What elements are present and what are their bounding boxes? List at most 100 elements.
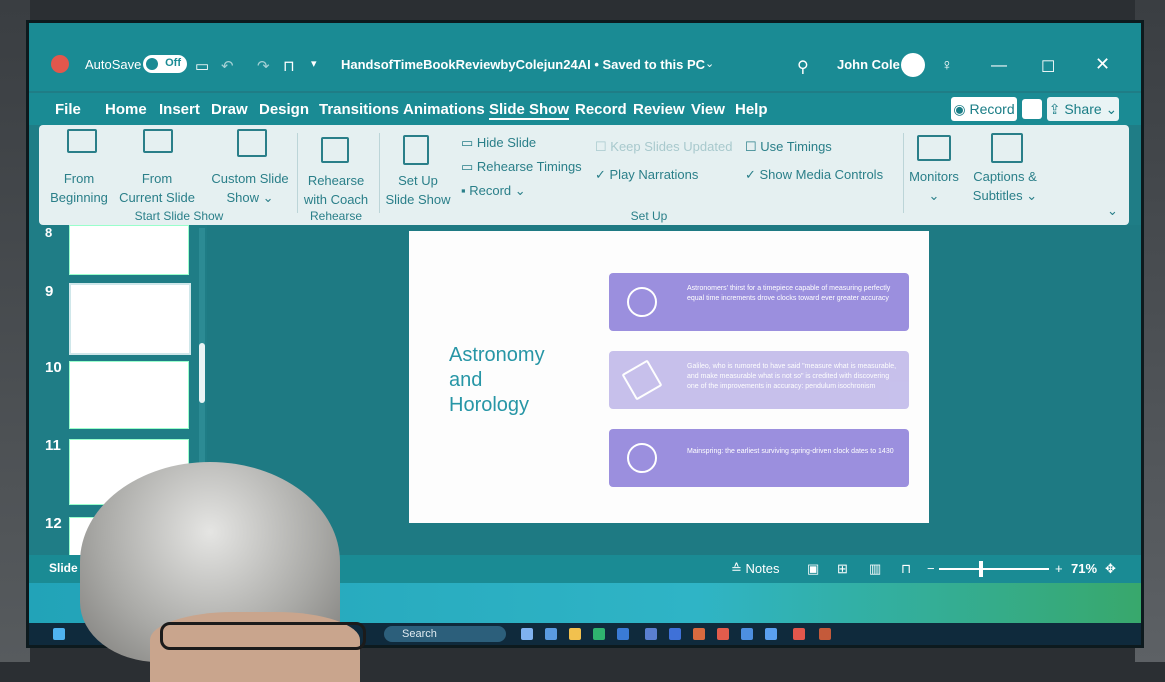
minimize-icon[interactable]: — — [991, 57, 1007, 75]
present-icon[interactable]: ⊓ — [283, 57, 295, 75]
title-dropdown-icon[interactable]: ⌄ — [705, 57, 714, 70]
show-media-controls-checkbox[interactable]: ✓ Show Media Controls — [745, 167, 883, 183]
use-timings-checkbox[interactable]: ☐ Use Timings — [745, 139, 832, 155]
lightbulb-icon[interactable]: ♀ — [941, 57, 953, 75]
record-button[interactable]: ◉ Record — [951, 97, 1017, 121]
from-beginning-icon — [67, 129, 97, 153]
record-dropdown[interactable]: ▪ Record ⌄ — [461, 183, 526, 199]
store-icon[interactable] — [617, 628, 629, 640]
thumb-number: 8 — [45, 225, 53, 240]
zoom-level[interactable]: 71% — [1071, 561, 1097, 576]
save-icon[interactable]: ▭ — [195, 57, 209, 75]
tab-draw[interactable]: Draw — [211, 101, 248, 118]
from-current-line2: Current Slide — [119, 190, 195, 205]
show-media-controls-label: Show Media Controls — [759, 167, 884, 182]
rehearse-timings-button[interactable]: ▭ Rehearse Timings — [461, 159, 582, 175]
avatar[interactable] — [901, 53, 925, 77]
slide-title[interactable]: Astronomy and Horology — [449, 343, 545, 418]
edge-icon[interactable] — [593, 628, 605, 640]
notes-button[interactable]: ≙ Notes — [731, 561, 779, 577]
slide-thumbnail[interactable] — [69, 225, 189, 275]
search-icon[interactable]: ⚲ — [797, 57, 809, 77]
setup-show-line1: Set Up — [398, 173, 438, 188]
tab-help[interactable]: Help — [735, 101, 768, 118]
teams-icon[interactable] — [741, 628, 753, 640]
rehearse-coach-button[interactable]: Rehearse with Coach — [301, 171, 371, 209]
hide-slide-button[interactable]: ▭ Hide Slide — [461, 135, 536, 151]
rehearse-timings-label: Rehearse Timings — [476, 159, 582, 174]
share-button-label: Share — [1064, 101, 1102, 117]
from-beginning-button[interactable]: From Beginning — [49, 169, 109, 207]
ribbon-separator — [379, 133, 380, 213]
normal-view-icon[interactable]: ▣ — [807, 561, 819, 577]
redo-icon[interactable]: ↷ — [257, 57, 270, 75]
ribbon-separator — [297, 133, 298, 213]
tab-record[interactable]: Record — [575, 101, 627, 118]
file-explorer-icon[interactable] — [569, 628, 581, 640]
taskbar-search[interactable]: Search — [384, 626, 506, 642]
quick-access-dropdown-icon[interactable]: ▾ — [311, 57, 317, 70]
telescope-icon — [621, 359, 663, 401]
autosave-toggle[interactable]: Off — [143, 55, 187, 73]
fit-slide-icon[interactable]: ✥ — [1105, 561, 1116, 577]
captions-button[interactable]: Captions & Subtitles ⌄ — [965, 167, 1045, 205]
clock-icon — [627, 443, 657, 473]
setup-show-button[interactable]: Set Up Slide Show — [383, 171, 453, 209]
slide-thumbnail[interactable] — [69, 361, 189, 429]
group-setup: Set Up — [630, 209, 668, 223]
hide-slide-label: Hide Slide — [476, 135, 537, 150]
slide-card[interactable]: Mainspring: the earliest surviving sprin… — [609, 429, 909, 487]
slide[interactable]: Astronomy and Horology Astronomers' thir… — [409, 231, 929, 523]
outlook-icon[interactable] — [765, 628, 777, 640]
custom-show-line1: Custom Slide — [211, 171, 289, 186]
presenter-head — [80, 462, 370, 682]
widgets-icon[interactable] — [545, 628, 557, 640]
mail-icon[interactable] — [669, 628, 681, 640]
zoom-slider[interactable] — [939, 568, 1049, 570]
from-current-button[interactable]: From Current Slide — [111, 169, 203, 207]
tab-file[interactable]: File — [55, 101, 81, 118]
tab-slide-show[interactable]: Slide Show — [489, 101, 570, 120]
play-narrations-checkbox[interactable]: ✓ Play Narrations — [595, 167, 698, 183]
slide-card[interactable]: Astronomers' thirst for a timepiece capa… — [609, 273, 909, 331]
captions-line2: Subtitles — [972, 188, 1023, 203]
powerpoint-logo-icon — [51, 55, 69, 73]
custom-show-button[interactable]: Custom Slide Show ⌄ — [205, 169, 295, 207]
slide-thumbnail-selected[interactable] — [69, 283, 191, 355]
undo-icon[interactable]: ↶ — [221, 57, 234, 75]
slide-card[interactable]: Galileo, who is rumored to have said "me… — [609, 351, 909, 409]
reading-view-icon[interactable]: ▥ — [869, 561, 881, 577]
record-button-label: Record — [969, 101, 1015, 117]
tab-view[interactable]: View — [691, 101, 725, 118]
thumb-number: 10 — [45, 359, 62, 376]
start-icon[interactable] — [53, 628, 65, 640]
tab-transitions[interactable]: Transitions — [319, 101, 399, 118]
from-beginning-line1: From — [63, 171, 95, 186]
zoom-in-icon[interactable]: + — [1055, 561, 1063, 576]
tab-animations[interactable]: Animations — [403, 101, 485, 118]
tab-review[interactable]: Review — [633, 101, 685, 118]
slide-show-view-icon[interactable]: ⊓ — [901, 561, 911, 577]
powerpoint-taskbar-icon[interactable] — [793, 628, 805, 640]
tab-insert[interactable]: Insert — [159, 101, 200, 118]
card-text: Astronomers' thirst for a timepiece capa… — [687, 285, 891, 302]
chrome-icon[interactable] — [717, 628, 729, 640]
close-icon[interactable]: ✕ — [1095, 54, 1110, 75]
app-taskbar-icon[interactable] — [819, 628, 831, 640]
tab-design[interactable]: Design — [259, 101, 309, 118]
tab-home[interactable]: Home — [105, 101, 147, 118]
ribbon-collapse-icon[interactable]: ⌄ — [1107, 203, 1118, 219]
task-view-icon[interactable] — [521, 628, 533, 640]
zoom-out-icon[interactable]: − — [927, 561, 935, 576]
maximize-icon[interactable]: ☐ — [1041, 57, 1055, 77]
zoom-slider-handle[interactable] — [979, 561, 983, 577]
setup-show-icon — [403, 135, 429, 165]
share-button[interactable]: ⇪ Share ⌄ — [1047, 97, 1119, 121]
comments-icon[interactable] — [1022, 99, 1042, 119]
thumbnail-scrollbar-thumb[interactable] — [199, 343, 205, 403]
office-icon[interactable] — [693, 628, 705, 640]
calendar-icon[interactable] — [645, 628, 657, 640]
slide-sorter-icon[interactable]: ⊞ — [837, 561, 848, 577]
monitors-button[interactable]: Monitors ⌄ — [903, 167, 965, 205]
autosave-state: Off — [165, 57, 181, 69]
